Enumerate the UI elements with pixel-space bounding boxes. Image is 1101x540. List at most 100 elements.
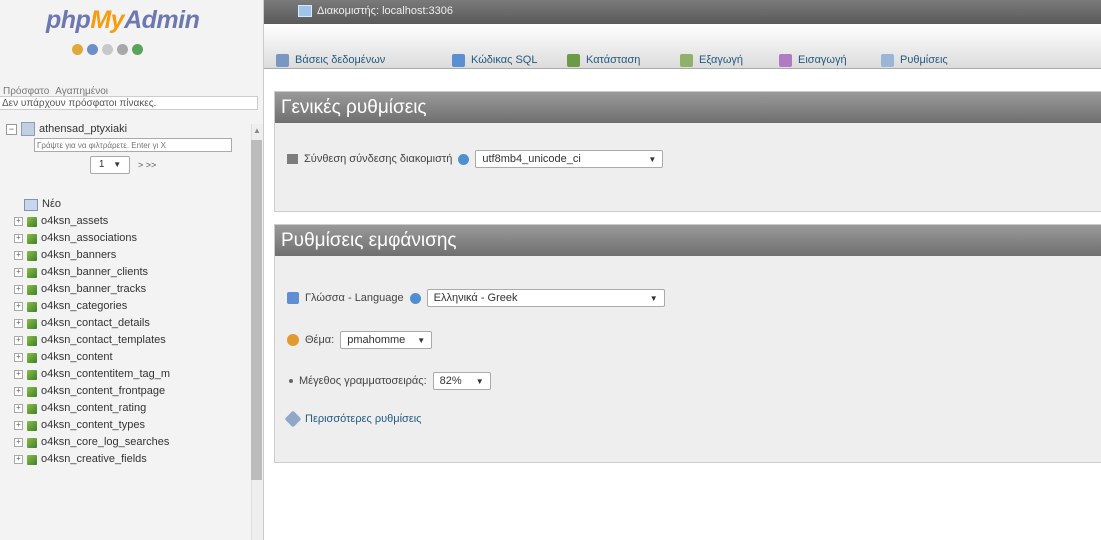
next-page-link[interactable]: > >> [138,160,156,170]
expand-icon[interactable]: + [14,404,23,413]
more-settings-link[interactable]: Περισσότερες ρυθμίσεις [305,413,421,425]
export-icon [680,53,693,67]
table-icon [27,284,37,295]
navigation-sidebar: phpMyAdmin Πρόσφατο Αγαπημένοι Δεν υπάρχ… [0,0,264,540]
expand-icon[interactable]: + [14,319,23,328]
table-list: Νέο + o4ksn_assets + o4ksn_associations + o… [14,196,170,468]
recent-tables-dropdown[interactable]: Δεν υπάρχουν πρόσφατοι πίνακες. [0,96,258,110]
expand-icon[interactable]: + [14,251,23,260]
table-item[interactable]: + o4ksn_content_types [14,417,170,434]
database-tree-item[interactable]: − athensad_ptyxiaki [6,122,127,136]
expand-icon[interactable]: + [14,302,23,311]
help-icon[interactable] [102,44,113,55]
server-icon [298,5,312,17]
expand-icon[interactable]: + [14,370,23,379]
table-icon [27,369,37,380]
wrench-icon [284,410,302,428]
table-item[interactable]: + o4ksn_core_log_searches [14,434,170,451]
settings-icon [881,53,894,67]
table-item[interactable]: + o4ksn_associations [14,230,170,247]
table-icon [27,386,37,397]
table-icon [27,216,37,227]
table-icon [27,250,37,261]
database-icon [276,53,289,67]
font-size-select[interactable]: 82% ▼ [432,372,491,390]
expand-icon[interactable]: + [14,438,23,447]
tab-databases[interactable]: Βάσεις δεδομένων [276,52,385,68]
panel-title: Ρυθμίσεις εμφάνισης [275,225,1101,256]
database-icon [21,122,35,136]
documentation-icon[interactable] [117,44,128,55]
page-select[interactable]: 1 ▼ [90,156,130,174]
table-item[interactable]: + o4ksn_content_rating [14,400,170,417]
language-select[interactable]: Ελληνικά - Greek ▼ [426,289,665,307]
home-icon[interactable] [72,44,83,55]
table-icon [27,233,37,244]
language-label: Γλώσσα - Language [305,292,404,304]
table-item[interactable]: + o4ksn_banner_tracks [14,281,170,298]
panel-title: Γενικές ρυθμίσεις [275,92,1101,123]
help-icon[interactable] [409,292,421,304]
appearance-settings-panel: Ρυθμίσεις εμφάνισης Γλώσσα - Language Ελ… [274,224,1101,463]
help-icon[interactable] [458,153,470,165]
table-icon [27,403,37,414]
expand-icon[interactable]: + [14,421,23,430]
tab-import[interactable]: Εισαγωγή [779,52,847,68]
expand-icon[interactable]: + [14,353,23,362]
table-item[interactable]: + o4ksn_contact_templates [14,332,170,349]
reload-icon[interactable] [132,44,143,55]
table-item[interactable]: + o4ksn_banners [14,247,170,264]
import-icon [779,53,792,67]
table-item[interactable]: + o4ksn_contentitem_tag_m [14,366,170,383]
table-item[interactable]: + o4ksn_content_frontpage [14,383,170,400]
tab-settings[interactable]: Ρυθμίσεις [881,52,948,68]
main-tabs: Βάσεις δεδομένων Κώδικας SQL Κατάσταση Ε… [264,24,1101,69]
theme-select[interactable]: pmahomme ▼ [340,331,433,349]
tab-export[interactable]: Εξαγωγή [680,52,743,68]
collation-select[interactable]: utf8mb4_unicode_ci ▼ [475,150,664,168]
language-icon [287,292,299,304]
chevron-down-icon: ▼ [649,293,658,303]
font-size-row: Μέγεθος γραμματοσειράς: 82% ▼ [289,372,491,390]
expand-icon[interactable]: + [14,455,23,464]
expand-icon[interactable]: + [14,268,23,277]
sql-icon [452,53,465,67]
collation-icon [287,154,298,164]
theme-row: Θέμα: pmahomme ▼ [287,331,433,349]
table-icon [27,335,37,346]
table-item[interactable]: + o4ksn_creative_fields [14,451,170,468]
logout-icon[interactable] [87,44,98,55]
table-item[interactable]: + o4ksn_content [14,349,170,366]
table-filter-input[interactable] [34,138,232,152]
scroll-up-icon[interactable]: ▲ [253,126,261,135]
theme-label: Θέμα: [305,334,335,346]
expand-icon[interactable]: + [14,336,23,345]
tab-status[interactable]: Κατάσταση [567,52,640,68]
expand-icon[interactable]: + [14,217,23,226]
chevron-down-icon: ▼ [648,154,657,164]
table-item[interactable]: + o4ksn_banner_clients [14,264,170,281]
table-icon [27,454,37,465]
table-icon [27,352,37,363]
expand-icon[interactable]: + [14,234,23,243]
expand-icon[interactable]: + [14,285,23,294]
more-settings-row: Περισσότερες ρυθμίσεις [284,410,421,428]
expand-icon[interactable]: + [14,387,23,396]
table-icon [27,420,37,431]
tab-sql[interactable]: Κώδικας SQL [452,52,537,68]
table-item[interactable]: + o4ksn_contact_details [14,315,170,332]
new-table-item[interactable]: Νέο [14,196,170,213]
collation-label: Σύνθεση σύνδεσης διακομιστή [304,153,453,165]
general-settings-panel: Γενικές ρυθμίσεις Σύνθεση σύνδεσης διακο… [274,91,1101,212]
table-item[interactable]: + o4ksn_assets [14,213,170,230]
sidebar-scrollbar-thumb[interactable] [251,140,262,480]
database-name[interactable]: athensad_ptyxiaki [39,123,127,135]
phpmyadmin-logo[interactable]: phpMyAdmin [0,0,263,40]
table-icon [27,301,37,312]
table-icon [27,267,37,278]
table-item[interactable]: + o4ksn_categories [14,298,170,315]
breadcrumb[interactable]: Διακομιστής: localhost:3306 [298,5,453,17]
new-table-icon [24,198,38,211]
bullet-icon [289,379,293,383]
collapse-icon[interactable]: − [6,123,17,135]
